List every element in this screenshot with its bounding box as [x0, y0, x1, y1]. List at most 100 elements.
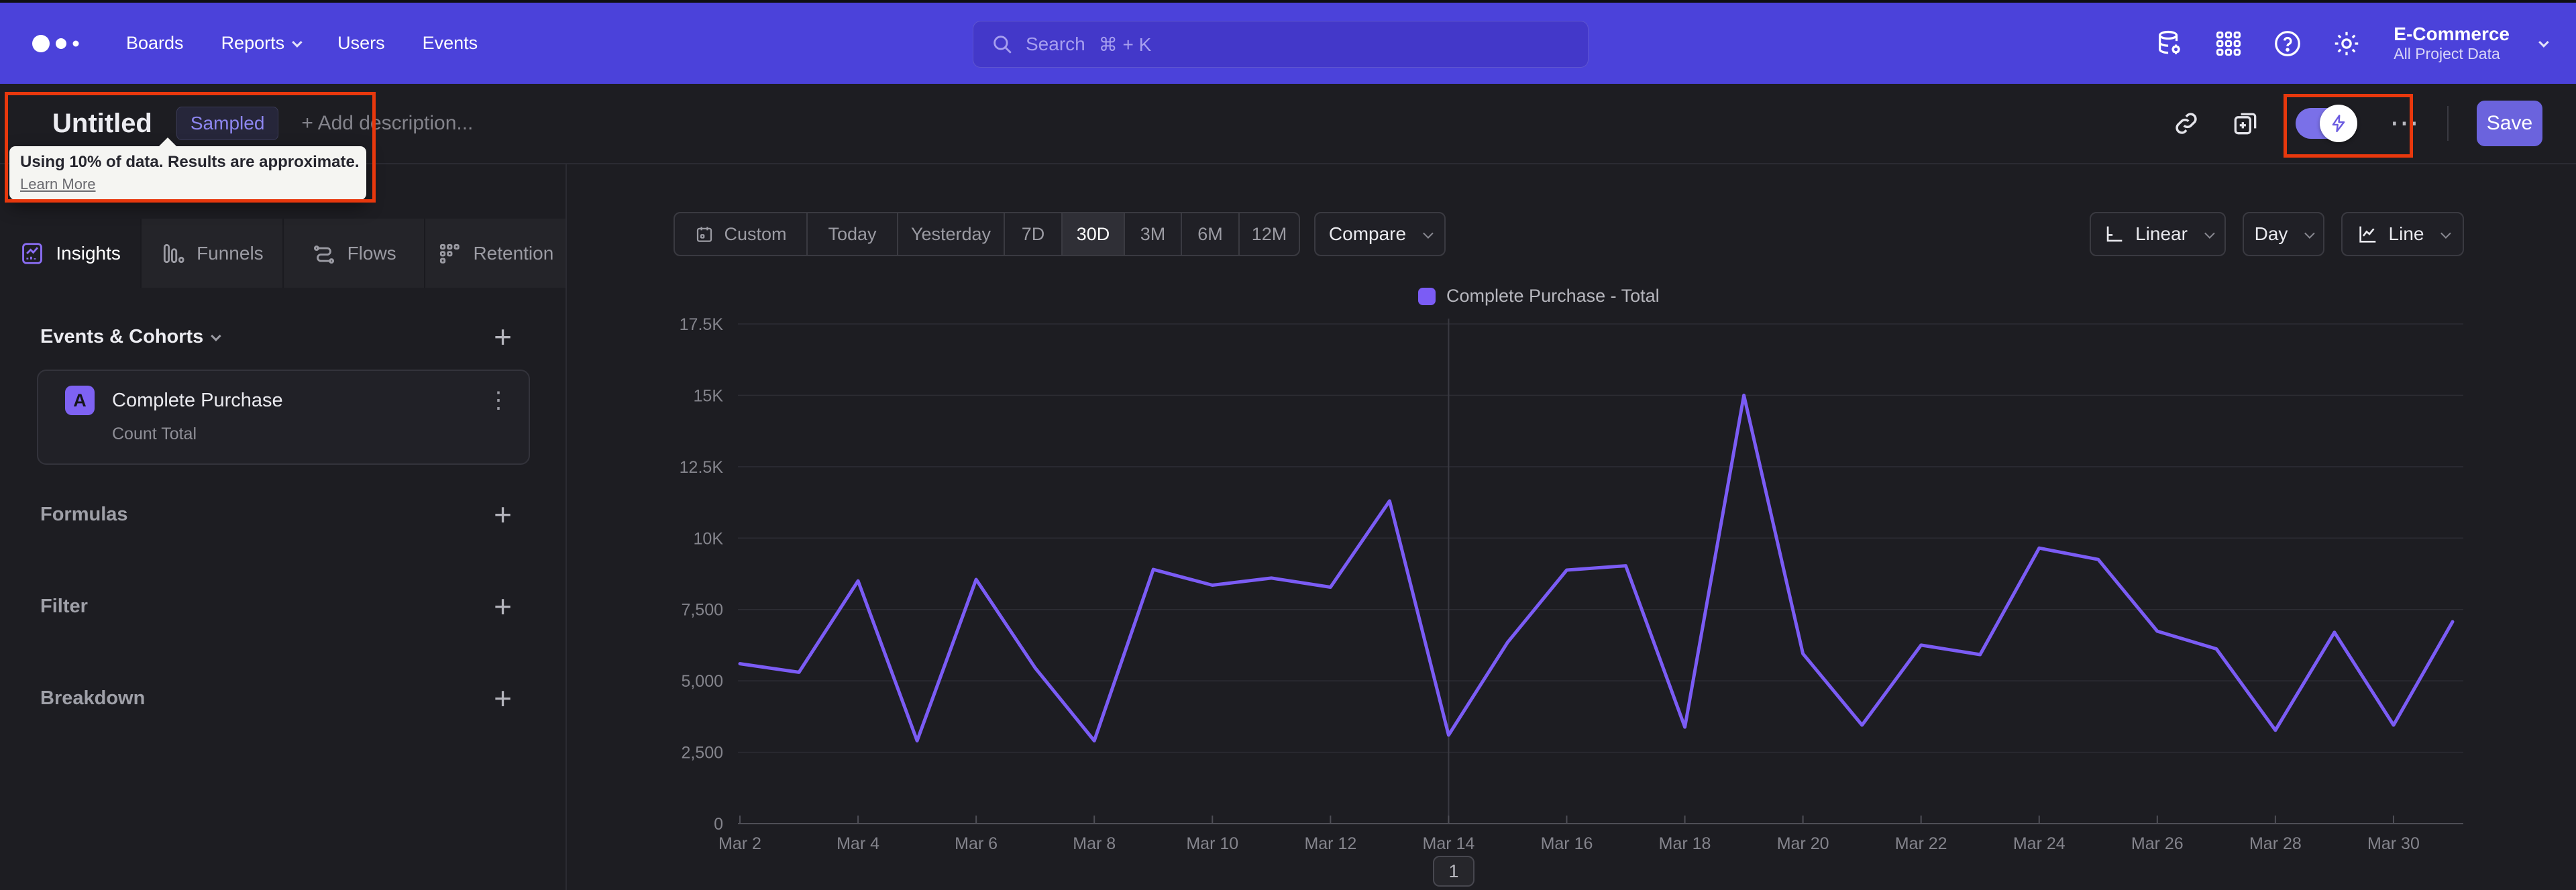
add-description[interactable]: + Add description... [301, 112, 473, 135]
scale-label: Linear [2135, 223, 2188, 244]
range-yesterday[interactable]: Yesterday [897, 213, 1004, 255]
nav-boards-label: Boards [126, 33, 184, 53]
chart-type-label: Line [2388, 223, 2424, 244]
y-tick-label: 0 [714, 815, 723, 834]
help-button[interactable] [2271, 27, 2304, 60]
nav-events-label: Events [422, 33, 478, 53]
range-12m[interactable]: 12M [1238, 213, 1299, 255]
x-tick-label: Mar 26 [2131, 834, 2184, 853]
nav-events[interactable]: Events [423, 33, 478, 54]
add-breakdown-button[interactable]: + [494, 683, 512, 714]
x-tick-label: Mar 12 [1304, 834, 1356, 853]
header-divider [2447, 106, 2449, 141]
interval-dropdown[interactable]: Day [2243, 212, 2324, 256]
formulas-label: Formulas [40, 503, 128, 525]
y-tick-label: 12.5K [680, 458, 724, 477]
lightning-bolt-icon [2332, 114, 2345, 133]
nav-reports[interactable]: Reports [221, 33, 303, 54]
chevron-down-icon [292, 37, 303, 48]
x-tick-label: Mar 4 [837, 834, 879, 853]
series-line[interactable] [738, 393, 2455, 742]
breakdown-label: Breakdown [40, 687, 146, 709]
y-tick-label: 7,500 [681, 601, 723, 620]
sampling-toggle[interactable] [2296, 105, 2357, 142]
more-actions-button[interactable]: ⋯ [2390, 108, 2419, 139]
topnav-right: E-Commerce All Project Data [2153, 23, 2549, 63]
sampled-badge[interactable]: Sampled [176, 107, 279, 140]
breakdown-section: Breakdown + [40, 681, 512, 716]
chevron-down-icon [2204, 227, 2215, 239]
question-circle-icon [2275, 30, 2301, 56]
learn-more-link[interactable]: Learn More [20, 176, 96, 193]
x-tick-label: Mar 20 [1777, 834, 1829, 853]
range-7d[interactable]: 7D [1004, 213, 1061, 255]
mixpanel-logo[interactable] [30, 27, 91, 60]
calendar-icon [697, 227, 712, 242]
date-range-control: Custom Today Yesterday 7D 30D 3M 6M 12M [674, 212, 1300, 256]
funnels-icon [163, 243, 184, 263]
event-metric[interactable]: Count Total [112, 425, 529, 444]
chart-content: Custom Today Yesterday 7D 30D 3M 6M 12M … [567, 164, 2576, 890]
event-kebab-menu[interactable]: ⋮ [487, 387, 510, 414]
add-formula-button[interactable]: + [494, 499, 512, 530]
link-icon [2176, 113, 2197, 134]
tab-insights[interactable]: Insights [0, 219, 141, 288]
events-cohorts-label: Events & Cohorts [40, 325, 204, 347]
tab-retention[interactable]: Retention [423, 219, 566, 288]
nav-boards[interactable]: Boards [126, 33, 184, 54]
apps-grid-button[interactable] [2212, 27, 2245, 60]
share-link-button[interactable] [2171, 108, 2202, 139]
settings-button[interactable] [2330, 27, 2363, 60]
chevron-down-icon [2440, 227, 2452, 239]
project-switcher[interactable]: E-Commerce All Project Data [2394, 23, 2510, 63]
grid-icon [2216, 31, 2241, 56]
top-navigation: Boards Reports Users Events Search ⌘ + K [0, 3, 2576, 84]
range-6m[interactable]: 6M [1181, 213, 1238, 255]
nav-users[interactable]: Users [337, 33, 385, 54]
add-filter-button[interactable]: + [494, 591, 512, 622]
x-tick-label: Mar 2 [718, 834, 761, 853]
gear-icon [2335, 32, 2359, 55]
add-event-button[interactable]: + [494, 321, 512, 352]
range-3m[interactable]: 3M [1124, 213, 1181, 255]
project-chevron-icon[interactable] [2538, 37, 2549, 48]
data-management-button[interactable] [2153, 27, 2186, 60]
nav-reports-label: Reports [221, 33, 285, 53]
insights-icon [22, 242, 43, 264]
tab-insights-label: Insights [56, 242, 121, 264]
report-actions: ⋯ Save [2171, 101, 2542, 146]
range-custom[interactable]: Custom [675, 213, 806, 255]
tab-funnels[interactable]: Funnels [140, 219, 282, 288]
y-tick-label: 17.5K [680, 315, 724, 334]
chevron-down-icon [2304, 227, 2316, 239]
line-chart-icon [2359, 226, 2375, 243]
linear-axis-icon [2106, 226, 2123, 242]
x-tick-label: Mar 28 [2249, 834, 2302, 853]
save-button[interactable]: Save [2477, 101, 2542, 146]
range-30d[interactable]: 30D [1061, 213, 1124, 255]
compare-label: Compare [1328, 223, 1407, 244]
scale-dropdown[interactable]: Linear [2090, 212, 2226, 256]
report-type-tabs: Insights Funnels Flows Retention [0, 219, 566, 288]
report-title[interactable]: Untitled [52, 109, 152, 139]
x-tick-label: Mar 18 [1659, 834, 1711, 853]
event-letter-badge: A [65, 386, 95, 415]
board-plus-icon [2234, 113, 2257, 135]
compare-button[interactable]: Compare [1314, 212, 1446, 256]
interval-label: Day [2254, 223, 2288, 244]
event-card-row: A Complete Purchase ⋮ [38, 371, 529, 415]
chart-page-button[interactable]: 1 [1433, 856, 1474, 887]
x-tick-label: Mar 16 [1541, 834, 1593, 853]
tab-flows[interactable]: Flows [282, 219, 424, 288]
chart-type-dropdown[interactable]: Line [2341, 212, 2464, 256]
chart-area[interactable]: 0 2,500 5,000 7,500 10K 12.5K 15K 17.5K Mar 2 Mar… [671, 282, 2576, 890]
range-12m-label: 12M [1251, 223, 1287, 244]
event-card[interactable]: A Complete Purchase ⋮ Count Total [37, 370, 530, 465]
y-tick-label: 15K [694, 386, 724, 405]
search-input[interactable]: Search ⌘ + K [973, 21, 1589, 68]
add-to-board-button[interactable] [2230, 108, 2261, 139]
main-area: Insights Funnels Flows Retention Events … [0, 164, 2576, 890]
events-cohorts-title[interactable]: Events & Cohorts [40, 325, 222, 348]
toggle-knob [2320, 105, 2357, 142]
range-today[interactable]: Today [806, 213, 897, 255]
